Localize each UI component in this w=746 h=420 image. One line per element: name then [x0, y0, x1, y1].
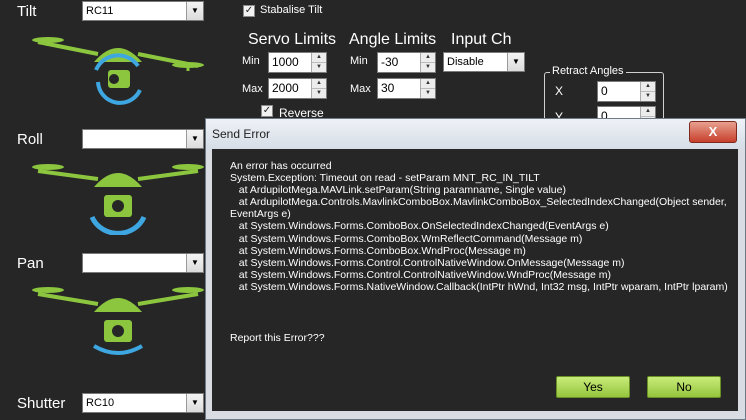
stepper-up-icon[interactable]: ▲ [312, 53, 326, 63]
drone-icon [32, 37, 204, 105]
stabilise-tilt-label: Stabalise Tilt [260, 4, 323, 16]
stepper-down-icon[interactable]: ▼ [312, 89, 326, 98]
retract-x-label: X [555, 84, 564, 98]
stepper-down-icon[interactable]: ▼ [641, 92, 655, 101]
angle-limits-title: Angle Limits [349, 31, 437, 48]
dialog-body: An error has occurred System.Exception: … [212, 149, 738, 411]
reverse-checkbox[interactable]: ✓ [261, 105, 273, 117]
pan-channel-select[interactable]: ▼ [82, 253, 204, 273]
stepper-up-icon[interactable]: ▲ [421, 53, 435, 63]
drone-icon [32, 164, 204, 235]
servo-max-label: Max [242, 83, 263, 95]
servo-max-value: 2000 [272, 81, 299, 95]
chevron-down-icon[interactable]: ▼ [186, 394, 203, 412]
stepper-up-icon[interactable]: ▲ [312, 79, 326, 89]
input-ch-value: Disable [447, 56, 484, 68]
servo-min-stepper[interactable]: 1000 ▲ ▼ [268, 52, 327, 73]
roll-channel-select[interactable]: ▼ [82, 129, 204, 149]
stepper-down-icon[interactable]: ▼ [421, 63, 435, 72]
stepper-up-icon[interactable]: ▲ [421, 79, 435, 89]
stepper-up-icon[interactable]: ▲ [641, 82, 655, 92]
stabilise-tilt-checkbox[interactable]: ✓ [243, 5, 255, 17]
chevron-down-icon[interactable]: ▼ [186, 2, 203, 20]
yes-button[interactable]: Yes [556, 376, 630, 398]
retract-angles-title: Retract Angles [550, 65, 626, 77]
tilt-channel-select[interactable]: RC11 ▼ [82, 1, 204, 21]
close-icon[interactable]: X [689, 121, 737, 143]
no-button[interactable]: No [647, 376, 721, 398]
angle-min-stepper[interactable]: -30 ▲ ▼ [377, 52, 436, 73]
retract-x-value: 0 [601, 84, 608, 98]
chevron-down-icon[interactable]: ▼ [507, 53, 524, 71]
angle-max-label: Max [350, 83, 371, 95]
input-ch-select[interactable]: Disable ▼ [443, 52, 525, 72]
retract-x-stepper[interactable]: 0 ▲ ▼ [597, 81, 656, 102]
angle-max-stepper[interactable]: 30 ▲ ▼ [377, 78, 436, 99]
pan-label: Pan [17, 255, 44, 272]
angle-min-label: Min [350, 55, 368, 67]
roll-label: Roll [17, 131, 43, 148]
drone-icon [32, 287, 204, 355]
dialog-titlebar[interactable]: Send Error X [206, 119, 745, 149]
angle-max-value: 30 [381, 81, 395, 95]
error-message: An error has occurred System.Exception: … [230, 160, 728, 293]
report-question: Report this Error??? [230, 332, 325, 344]
servo-min-value: 1000 [272, 55, 299, 69]
tilt-label: Tilt [17, 3, 37, 20]
angle-min-value: -30 [381, 55, 399, 69]
stepper-up-icon[interactable]: ▲ [641, 107, 655, 117]
shutter-channel-value: RC10 [86, 397, 115, 409]
input-ch-title: Input Ch [451, 31, 512, 48]
stepper-down-icon[interactable]: ▼ [312, 63, 326, 72]
shutter-label: Shutter [17, 395, 66, 412]
servo-max-stepper[interactable]: 2000 ▲ ▼ [268, 78, 327, 99]
shutter-channel-select[interactable]: RC10 ▼ [82, 393, 204, 413]
stepper-down-icon[interactable]: ▼ [421, 89, 435, 98]
send-error-dialog: Send Error X An error has occurred Syste… [205, 118, 746, 420]
servo-limits-title: Servo Limits [248, 31, 337, 48]
chevron-down-icon[interactable]: ▼ [186, 254, 203, 272]
dialog-title: Send Error [212, 127, 271, 141]
servo-min-label: Min [242, 55, 260, 67]
chevron-down-icon[interactable]: ▼ [186, 130, 203, 148]
tilt-channel-value: RC11 [86, 5, 114, 17]
